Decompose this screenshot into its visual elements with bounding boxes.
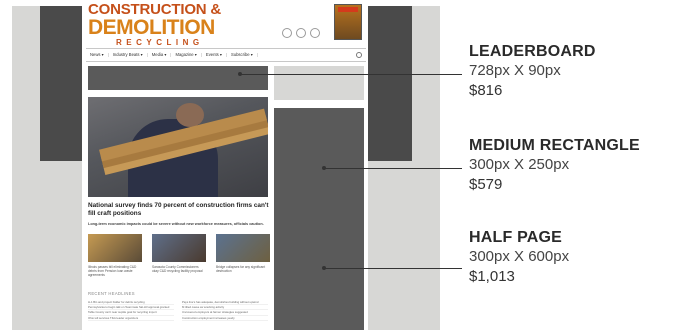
ad-name: LEADERBOARD xyxy=(469,43,596,60)
ad-size: 728px X 90px xyxy=(469,62,561,79)
related-article-image xyxy=(216,234,270,262)
hero-image[interactable] xyxy=(88,97,268,197)
related-article[interactable]: Illinois passes bill eliminating C&D deb… xyxy=(88,234,142,277)
ad-price: $816 xyxy=(469,82,503,99)
sidebar-top-slot xyxy=(274,66,364,100)
ad-price: $579 xyxy=(469,176,503,193)
twitter-icon[interactable] xyxy=(296,28,306,38)
linkedin-icon[interactable] xyxy=(310,28,320,38)
recent-headline-link[interactable]: Ohio toll services T&G leader organizers xyxy=(88,316,174,321)
article-subhead: Long-term economic impacts could be seve… xyxy=(88,222,264,226)
recent-column-left: H-1 Bin and project bidder for debris re… xyxy=(88,300,174,321)
website-mockup: CONSTRUCTION & DEMOLITION RECYCLING News… xyxy=(82,0,368,330)
nav-item-media[interactable]: Media ▾ xyxy=(148,52,172,58)
social-icons xyxy=(282,28,320,38)
logo-line-2: DEMOLITION xyxy=(88,16,215,39)
related-article-caption: Bridge collapses far any significant des… xyxy=(216,265,266,273)
related-article-caption: Sarasota County Commissioners okay C&D r… xyxy=(152,265,203,273)
related-articles: Illinois passes bill eliminating C&D deb… xyxy=(88,234,270,277)
leaderboard-ad-slot xyxy=(88,66,268,90)
medium-rectangle-pointer-line xyxy=(324,168,462,169)
ad-size: 300px X 250px xyxy=(469,156,570,173)
recent-column-right: Pays line's has adequate, demolishes bui… xyxy=(182,300,268,321)
nav-item-industry-beats[interactable]: Industry Beats ▾ xyxy=(109,52,148,58)
nav-item-news[interactable]: News ▾ xyxy=(86,52,109,58)
ad-leaderboard-info: LEADERBOARD 728px X 90px $816 xyxy=(469,43,596,101)
magazine-cover-thumbnail[interactable] xyxy=(334,4,362,40)
facebook-icon[interactable] xyxy=(282,28,292,38)
related-article-image xyxy=(152,234,206,262)
related-article[interactable]: Bridge collapses far any significant des… xyxy=(216,234,270,277)
leaderboard-pointer-line xyxy=(240,74,462,75)
nav-item-magazine[interactable]: Magazine ▾ xyxy=(171,52,202,58)
main-nav: News ▾ Industry Beats ▾ Media ▾ Magazine… xyxy=(86,48,366,62)
nav-item-subscribe[interactable]: Subscribe ▾ xyxy=(227,52,258,58)
ad-half-page-info: HALF PAGE 300px X 600px $1,013 xyxy=(469,229,569,287)
search-icon[interactable] xyxy=(356,52,362,58)
half-page-ad-slot xyxy=(274,108,364,330)
recent-headline-link[interactable]: Construction employment increases yearly xyxy=(182,316,268,321)
nav-item-events[interactable]: Events ▾ xyxy=(202,52,227,58)
half-page-pointer-line xyxy=(324,268,462,269)
left-skyscraper-block xyxy=(40,6,82,161)
ad-name: HALF PAGE xyxy=(469,229,563,246)
recent-headlines: H-1 Bin and project bidder for debris re… xyxy=(88,300,268,321)
ad-medium-rectangle-info: MEDIUM RECTANGLE 300px X 250px $579 xyxy=(469,137,640,195)
site-logo[interactable]: CONSTRUCTION & DEMOLITION RECYCLING xyxy=(88,2,228,48)
ad-name: MEDIUM RECTANGLE xyxy=(469,137,640,154)
recent-headlines-title: RECENT HEADLINES xyxy=(88,291,135,296)
ad-size: 300px X 600px xyxy=(469,248,570,265)
related-article[interactable]: Sarasota County Commissioners okay C&D r… xyxy=(152,234,206,277)
article-headline[interactable]: National survey finds 70 percent of cons… xyxy=(88,202,270,218)
logo-line-3: RECYCLING xyxy=(116,38,204,47)
related-article-caption: Illinois passes bill eliminating C&D deb… xyxy=(88,265,137,277)
ad-price: $1,013 xyxy=(469,268,515,285)
related-article-image xyxy=(88,234,142,262)
